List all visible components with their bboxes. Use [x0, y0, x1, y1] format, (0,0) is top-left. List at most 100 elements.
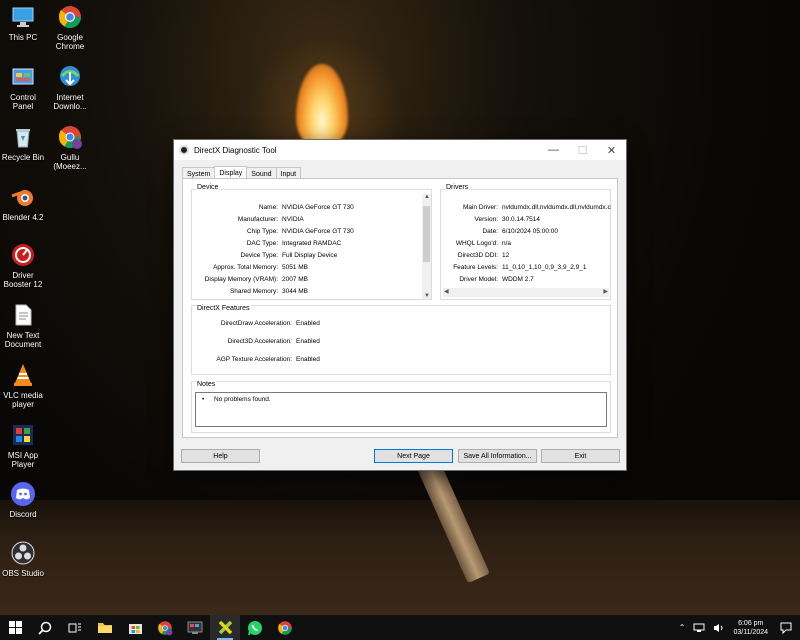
device-row: Approx. Total Memory: 5051 MB — [192, 264, 308, 271]
device-row-key: Approx. Total Memory: — [213, 264, 278, 271]
directx-app-icon — [179, 145, 189, 155]
network-icon[interactable] — [693, 623, 705, 633]
volume-icon[interactable] — [713, 623, 725, 633]
desktop-icon-new-text-document[interactable]: New Text Document — [0, 302, 49, 349]
device-row: Chip Type: NVIDIA GeForce GT 730 — [192, 228, 354, 235]
chrome-icon — [278, 620, 292, 635]
taskbar-chrome-profile[interactable] — [150, 615, 180, 640]
wooden-table — [0, 500, 800, 615]
desktop-icon-this-pc[interactable]: This PC — [0, 4, 49, 42]
drivers-hscrollbar[interactable]: ◀ ▶ — [443, 288, 609, 297]
close-button[interactable]: ✕ — [597, 140, 626, 160]
microsoft-store-icon — [128, 624, 142, 634]
driver-row-value: 6/10/2024 05:00:00 — [502, 228, 559, 235]
device-row-value: NVIDIA — [282, 216, 304, 223]
desktop-icon-discord[interactable]: Discord — [0, 481, 49, 519]
task-view-icon — [68, 623, 81, 632]
desktop-icon-internet-download-manager[interactable]: Internet Downlo... — [44, 64, 96, 111]
scroll-right-icon[interactable]: ▶ — [603, 288, 608, 295]
driver-row-key: WHQL Logo'd: — [455, 240, 498, 247]
notes-textbox[interactable]: • No problems found. — [195, 392, 607, 427]
search-button[interactable] — [30, 615, 60, 640]
feature-row-value: Enabled — [296, 356, 320, 363]
task-view-button[interactable] — [60, 615, 90, 640]
feature-row-key: AGP Texture Acceleration: — [216, 356, 292, 363]
driver-row-key: Feature Levels: — [453, 264, 498, 271]
help-button[interactable]: Help — [181, 449, 260, 463]
taskbar: ⌃ 6:06 pm 03/11/2024 — [0, 615, 800, 640]
scrollbar-thumb[interactable] — [423, 206, 430, 262]
desktop-icon-label: Blender 4.2 — [2, 213, 44, 222]
device-row-key: Manufacturer: — [237, 216, 278, 223]
desktop-icon-driver-booster[interactable]: Driver Booster 12 — [0, 242, 49, 289]
exit-button[interactable]: Exit — [541, 449, 620, 463]
chrome-icon — [58, 6, 81, 28]
next-page-button[interactable]: Next Page — [374, 449, 453, 463]
minimize-button[interactable]: — — [539, 140, 568, 160]
taskbar-microsoft-store[interactable] — [120, 615, 150, 640]
device-row: Manufacturer: NVIDIA — [192, 216, 304, 223]
driver-row-key: Version: — [474, 216, 499, 223]
scroll-left-icon[interactable]: ◀ — [444, 288, 449, 295]
device-row: Device Type: Full Display Device — [192, 252, 338, 259]
device-row-value: Integrated RAMDAC — [282, 240, 342, 247]
desktop-icon-label: Gullu (Moeez... — [53, 153, 87, 171]
maximize-button[interactable]: ☐ — [568, 140, 597, 160]
notification-center-icon[interactable] — [780, 622, 792, 634]
feature-row-value: Enabled — [296, 320, 320, 327]
device-group: Device Name: NVIDIA GeForce GT 730 Manufa… — [191, 184, 432, 300]
driver-row-value: 11_0,10_1,10_0,9_3,9_2,9_1 — [502, 264, 587, 271]
this-pc-icon — [12, 7, 34, 27]
device-row: Shared Memory: 3044 MB — [192, 288, 308, 295]
device-row-key: Display Memory (VRAM): — [204, 276, 278, 283]
desktop-icon-google-chrome[interactable]: Google Chrome — [44, 4, 96, 51]
desktop-icon-blender[interactable]: Blender 4.2 — [0, 184, 49, 222]
file-explorer-icon — [98, 623, 112, 633]
whatsapp-icon — [248, 620, 262, 635]
notes-text: No problems found. — [214, 396, 271, 403]
driver-row: WHQL Logo'd: n/a — [441, 240, 511, 247]
desktop-icon-vlc[interactable]: VLC media player — [0, 362, 49, 409]
control-panel-icon — [12, 68, 34, 85]
window-title: DirectX Diagnostic Tool — [194, 145, 277, 155]
driver-row-value: WDDM 2.7 — [502, 276, 534, 283]
desktop-icon-recycle-bin[interactable]: Recycle Bin — [0, 124, 49, 162]
device-scrollbar[interactable]: ▲ ▼ — [422, 194, 431, 299]
device-group-title: Device — [196, 184, 220, 191]
save-all-information-button[interactable]: Save All Information... — [458, 449, 537, 463]
desktop-icon-label: Discord — [9, 510, 37, 519]
feature-row-key: Direct3D Acceleration: — [227, 338, 292, 345]
clock-time: 6:06 pm — [738, 619, 764, 627]
drivers-group: Drivers Main Driver: nvldumdx.dll,nvldumd… — [440, 184, 611, 300]
show-hidden-icons-chevron-up-icon[interactable]: ⌃ — [679, 623, 686, 632]
device-row: Name: NVIDIA GeForce GT 730 — [192, 204, 354, 211]
scroll-up-icon[interactable]: ▲ — [424, 194, 430, 200]
taskbar-clock[interactable]: 6:06 pm 03/11/2024 — [733, 619, 768, 637]
chrome-profile-icon — [58, 126, 82, 149]
desktop-icon-control-panel[interactable]: Control Panel — [0, 64, 49, 111]
discord-icon — [11, 482, 35, 506]
device-row-value: 5051 MB — [282, 264, 309, 271]
taskbar-directx-diagnostic[interactable] — [210, 615, 240, 640]
blender-icon — [11, 190, 33, 206]
taskbar-chrome[interactable] — [270, 615, 300, 640]
taskbar-whatsapp[interactable] — [240, 615, 270, 640]
feature-row-key: DirectDraw Acceleration: — [220, 320, 292, 327]
desktop-icon-label: Internet Downlo... — [53, 93, 87, 111]
taskbar-file-explorer[interactable] — [90, 615, 120, 640]
desktop-icon-msi-app-player[interactable]: MSI App Player — [0, 422, 49, 469]
desktop-icon-gullu-chrome-profile[interactable]: Gullu (Moeez... — [44, 124, 96, 171]
device-row-key: DAC Type: — [246, 240, 278, 247]
drivers-info-list: Main Driver: nvldumdx.dll,nvldumdx.dll,nv… — [441, 190, 611, 286]
desktop-icon-label: New Text Document — [4, 331, 42, 349]
directx-icon — [218, 620, 232, 635]
driver-row-key: Driver Model: — [459, 276, 498, 283]
driver-row-value: 12 — [502, 252, 510, 259]
taskbar-snipping-tool[interactable] — [180, 615, 210, 640]
desktop-icon-obs-studio[interactable]: OBS Studio — [0, 540, 49, 578]
scroll-down-icon[interactable]: ▼ — [424, 293, 430, 299]
window-titlebar[interactable]: DirectX Diagnostic Tool — ☐ ✕ — [174, 140, 626, 160]
driver-row-key: Main Driver: — [462, 204, 498, 211]
start-button[interactable] — [0, 615, 30, 640]
driver-row: Date: 6/10/2024 05:00:00 — [441, 228, 558, 235]
